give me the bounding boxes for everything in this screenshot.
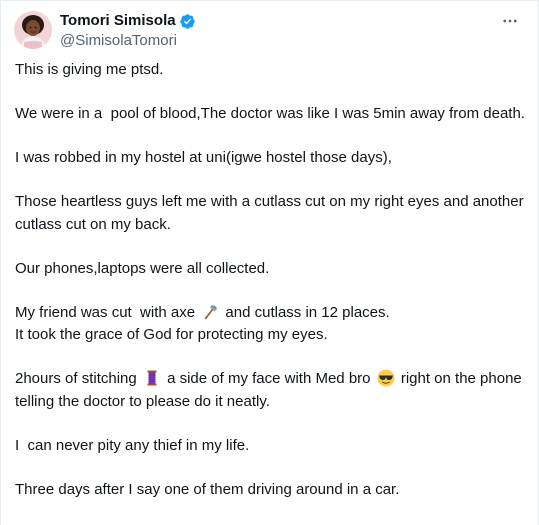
smiling-face-with-sunglasses-emoji-icon xyxy=(377,369,395,387)
tweet-line: My friend was cut with axe and cutlass i… xyxy=(15,302,525,325)
tweet-text-segment: and cutlass in 12 places. xyxy=(221,303,390,321)
verified-badge-icon xyxy=(179,13,196,30)
tweet-text-segment: a side of my face with Med bro xyxy=(162,370,375,387)
more-horizontal-icon xyxy=(503,19,517,23)
tweet-line: Our phones,laptops were all collected. xyxy=(15,259,270,277)
tweet-line: This is giving me ptsd. xyxy=(15,61,164,78)
display-name[interactable]: Tomori Simisola xyxy=(60,11,176,31)
avatar[interactable] xyxy=(14,11,52,49)
tweet-text-segment: My friend was cut with axe xyxy=(15,303,200,321)
axe-emoji-icon xyxy=(201,303,219,321)
tweet-card: Tomori Simisola @SimisolaTomori This is … xyxy=(0,0,539,525)
author-names: Tomori Simisola @SimisolaTomori xyxy=(60,11,196,51)
tweet-line: 2hours of stitching a side of my face wi… xyxy=(15,368,525,413)
author-handle[interactable]: @SimisolaTomori xyxy=(60,31,196,51)
display-name-row: Tomori Simisola xyxy=(60,11,196,31)
tweet-line: I can never pity any thief in my life. xyxy=(15,436,250,454)
tweet-text: This is giving me ptsd. We were in a poo… xyxy=(15,59,525,501)
tweet-line: We were in a pool of blood,The doctor wa… xyxy=(15,105,525,122)
tweet-line: Three days after I say one of them drivi… xyxy=(15,480,400,498)
tweet-header: Tomori Simisola @SimisolaTomori xyxy=(14,9,525,49)
tweet-line: Those heartless guys left me with a cutl… xyxy=(15,193,528,233)
more-options-button[interactable] xyxy=(499,12,521,30)
tweet-text-segment: 2hours of stitching xyxy=(15,370,141,387)
thread-spool-emoji-icon xyxy=(143,369,161,387)
tweet-line: I was robbed in my hostel at uni(igwe ho… xyxy=(15,149,392,166)
tweet-line: It took the grace of God for protecting … xyxy=(15,326,328,343)
